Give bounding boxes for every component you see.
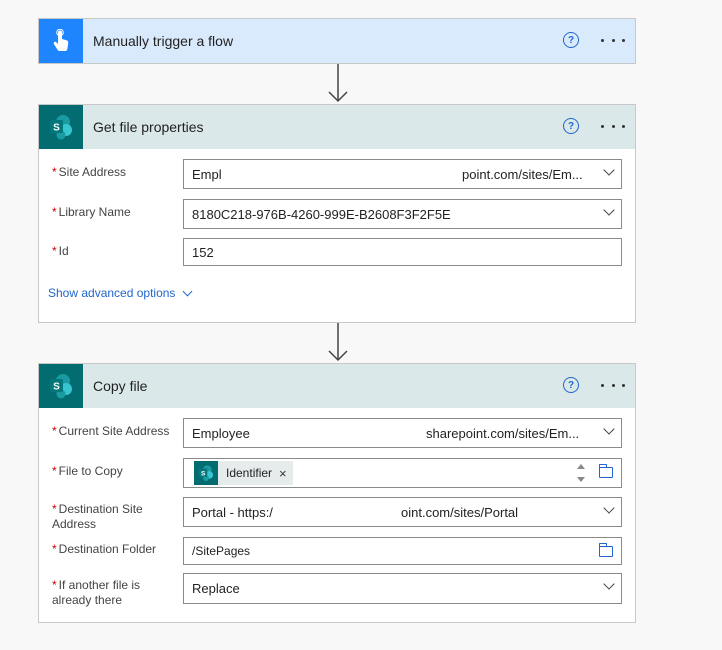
file-to-copy-input[interactable]: S Identifier × [183, 458, 622, 488]
get-file-properties-header[interactable]: S Get file properties ? [39, 105, 635, 149]
more-options-icon[interactable] [601, 116, 625, 136]
chevron-down-icon[interactable] [605, 209, 613, 217]
get-file-properties-title: Get file properties [93, 119, 204, 135]
arrow-down-icon [328, 323, 348, 362]
chevron-down-icon[interactable] [605, 583, 613, 591]
chevron-down-icon[interactable] [605, 169, 613, 177]
copy-file-title: Copy file [93, 378, 148, 394]
svg-text:S: S [53, 123, 60, 134]
sharepoint-icon: S [39, 105, 83, 149]
destination-site-label: * Destination Site Address [52, 502, 143, 531]
current-site-dropdown[interactable]: Employee sharepoint.com/sites/Em... [183, 418, 622, 448]
svg-text:S: S [53, 382, 60, 393]
current-site-label: * Current Site Address [52, 424, 170, 438]
site-address-label: * Site Address [52, 165, 127, 179]
id-input[interactable]: 152 [183, 238, 622, 266]
sharepoint-icon: S [194, 461, 218, 485]
destination-folder-label: * Destination Folder [52, 542, 157, 556]
destination-site-dropdown[interactable]: Portal - https:/ oint.com/sites/Portal [183, 497, 622, 527]
destination-folder-input[interactable]: /SitePages [183, 537, 622, 565]
redacted-area [254, 420, 424, 446]
id-label: * Id [52, 244, 69, 258]
help-icon[interactable]: ? [563, 377, 579, 393]
library-name-dropdown[interactable]: 8180C218-976B-4260-999E-B2608F3F2F5E [183, 199, 622, 229]
remove-token-icon[interactable]: × [279, 466, 287, 481]
if-exists-label: * If another file is already there [52, 578, 141, 607]
identifier-token-label: Identifier [226, 466, 273, 480]
redacted-area [284, 499, 400, 525]
copy-file-card[interactable]: S Copy file ? * Current Site Address Empl… [38, 363, 636, 623]
trigger-card-header[interactable]: Manually trigger a flow ? [39, 19, 635, 63]
more-options-icon[interactable] [601, 375, 625, 395]
sharepoint-icon: S [39, 364, 83, 408]
trigger-card[interactable]: Manually trigger a flow ? [38, 18, 636, 64]
more-options-icon[interactable] [601, 30, 625, 50]
library-name-label: * Library Name [52, 205, 131, 219]
folder-icon[interactable] [599, 464, 613, 478]
chevron-down-icon[interactable] [605, 428, 613, 436]
identifier-token[interactable]: S Identifier × [194, 461, 293, 485]
chevron-down-icon[interactable] [605, 507, 613, 515]
if-exists-dropdown[interactable]: Replace [183, 573, 622, 604]
stepper-icon[interactable] [577, 462, 585, 484]
help-icon[interactable]: ? [563, 118, 579, 134]
show-advanced-options-link[interactable]: Show advanced options [48, 286, 193, 300]
trigger-card-title: Manually trigger a flow [93, 33, 234, 49]
redacted-area [224, 161, 462, 187]
folder-icon[interactable] [599, 543, 613, 557]
chevron-down-icon [182, 286, 193, 296]
file-to-copy-label: * File to Copy [52, 464, 123, 478]
hand-tap-icon [39, 19, 83, 63]
arrow-down-icon [328, 64, 348, 103]
get-file-properties-card[interactable]: S Get file properties ? * Site Address Em… [38, 104, 636, 323]
svg-text:S: S [201, 470, 206, 477]
site-address-dropdown[interactable]: Empl point.com/sites/Em... [183, 159, 622, 189]
copy-file-header[interactable]: S Copy file ? [39, 364, 635, 408]
help-icon[interactable]: ? [563, 32, 579, 48]
